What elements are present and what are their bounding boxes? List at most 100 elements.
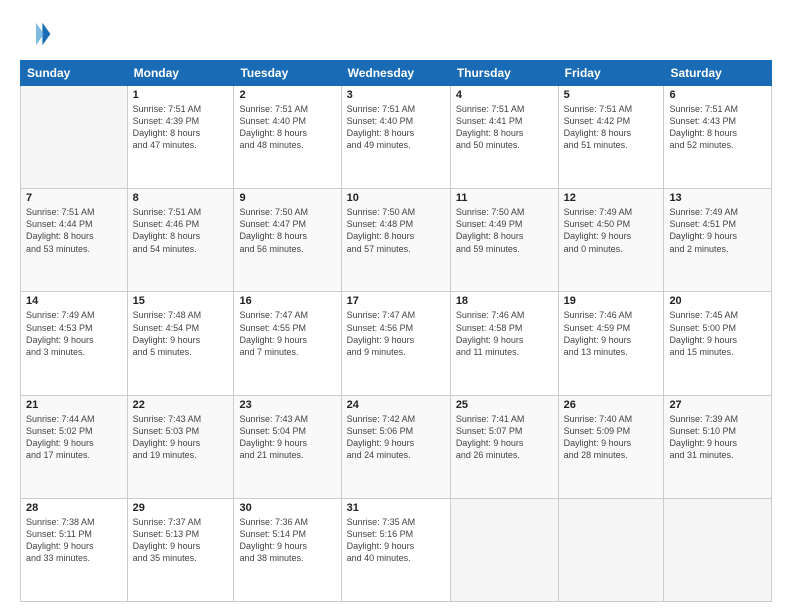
calendar-cell: 28 Sunrise: 7:38 AM Sunset: 5:11 PM Dayli… [21,498,128,601]
week-row-5: 28 Sunrise: 7:38 AM Sunset: 5:11 PM Dayli… [21,498,772,601]
day-number: 25 [456,399,553,411]
calendar-cell: 22 Sunrise: 7:43 AM Sunset: 5:03 PM Dayli… [127,395,234,498]
day-info: Sunrise: 7:37 AM Sunset: 5:13 PM Dayligh… [133,516,229,565]
day-info: Sunrise: 7:50 AM Sunset: 4:48 PM Dayligh… [347,206,445,255]
day-number: 6 [669,89,766,101]
day-number: 27 [669,399,766,411]
day-info: Sunrise: 7:51 AM Sunset: 4:44 PM Dayligh… [26,206,122,255]
day-number: 18 [456,295,553,307]
calendar-cell: 14 Sunrise: 7:49 AM Sunset: 4:53 PM Dayli… [21,292,128,395]
day-number: 13 [669,192,766,204]
day-info: Sunrise: 7:51 AM Sunset: 4:42 PM Dayligh… [564,103,659,152]
week-row-2: 7Sunrise: 7:51 AM Sunset: 4:44 PM Daylig… [21,189,772,292]
calendar-cell: 24 Sunrise: 7:42 AM Sunset: 5:06 PM Dayli… [341,395,450,498]
day-header-friday: Friday [558,61,664,86]
day-info: Sunrise: 7:35 AM Sunset: 5:16 PM Dayligh… [347,516,445,565]
day-number: 14 [26,295,122,307]
day-info: Sunrise: 7:43 AM Sunset: 5:03 PM Dayligh… [133,413,229,462]
day-info: Sunrise: 7:51 AM Sunset: 4:40 PM Dayligh… [347,103,445,152]
logo [20,18,56,50]
day-info: Sunrise: 7:51 AM Sunset: 4:39 PM Dayligh… [133,103,229,152]
day-header-saturday: Saturday [664,61,772,86]
day-info: Sunrise: 7:49 AM Sunset: 4:50 PM Dayligh… [564,206,659,255]
calendar-cell: 31 Sunrise: 7:35 AM Sunset: 5:16 PM Dayli… [341,498,450,601]
day-number: 24 [347,399,445,411]
calendar-cell: 3 Sunrise: 7:51 AM Sunset: 4:40 PM Daylig… [341,86,450,189]
calendar-cell: 26Sunrise: 7:40 AM Sunset: 5:09 PM Dayli… [558,395,664,498]
day-number: 10 [347,192,445,204]
calendar-cell: 13 Sunrise: 7:49 AM Sunset: 4:51 PM Dayli… [664,189,772,292]
calendar-cell: 15 Sunrise: 7:48 AM Sunset: 4:54 PM Dayli… [127,292,234,395]
day-info: Sunrise: 7:48 AM Sunset: 4:54 PM Dayligh… [133,309,229,358]
day-header-thursday: Thursday [450,61,558,86]
week-row-1: 1 Sunrise: 7:51 AM Sunset: 4:39 PM Daylig… [21,86,772,189]
day-number: 8 [133,192,229,204]
day-header-monday: Monday [127,61,234,86]
day-info: Sunrise: 7:40 AM Sunset: 5:09 PM Dayligh… [564,413,659,462]
calendar-cell: 5 Sunrise: 7:51 AM Sunset: 4:42 PM Daylig… [558,86,664,189]
day-info: Sunrise: 7:51 AM Sunset: 4:41 PM Dayligh… [456,103,553,152]
day-number: 22 [133,399,229,411]
day-info: Sunrise: 7:50 AM Sunset: 4:49 PM Dayligh… [456,206,553,255]
day-header-tuesday: Tuesday [234,61,341,86]
day-number: 1 [133,89,229,101]
calendar-cell: 23 Sunrise: 7:43 AM Sunset: 5:04 PM Dayli… [234,395,341,498]
calendar-cell: 16 Sunrise: 7:47 AM Sunset: 4:55 PM Dayli… [234,292,341,395]
day-number: 29 [133,502,229,514]
day-number: 5 [564,89,659,101]
week-row-3: 14 Sunrise: 7:49 AM Sunset: 4:53 PM Dayli… [21,292,772,395]
header [20,18,772,50]
day-number: 23 [239,399,335,411]
calendar-header-row: SundayMondayTuesdayWednesdayThursdayFrid… [21,61,772,86]
day-info: Sunrise: 7:36 AM Sunset: 5:14 PM Dayligh… [239,516,335,565]
calendar-cell [664,498,772,601]
day-info: Sunrise: 7:43 AM Sunset: 5:04 PM Dayligh… [239,413,335,462]
calendar-cell: 6 Sunrise: 7:51 AM Sunset: 4:43 PM Daylig… [664,86,772,189]
day-info: Sunrise: 7:50 AM Sunset: 4:47 PM Dayligh… [239,206,335,255]
day-info: Sunrise: 7:44 AM Sunset: 5:02 PM Dayligh… [26,413,122,462]
calendar-cell: 18 Sunrise: 7:46 AM Sunset: 4:58 PM Dayli… [450,292,558,395]
day-header-sunday: Sunday [21,61,128,86]
calendar-cell: 25Sunrise: 7:41 AM Sunset: 5:07 PM Dayli… [450,395,558,498]
day-header-wednesday: Wednesday [341,61,450,86]
calendar-cell: 27 Sunrise: 7:39 AM Sunset: 5:10 PM Dayli… [664,395,772,498]
day-number: 30 [239,502,335,514]
day-info: Sunrise: 7:49 AM Sunset: 4:53 PM Dayligh… [26,309,122,358]
day-number: 9 [239,192,335,204]
calendar-cell: 29 Sunrise: 7:37 AM Sunset: 5:13 PM Dayli… [127,498,234,601]
day-info: Sunrise: 7:39 AM Sunset: 5:10 PM Dayligh… [669,413,766,462]
calendar-cell: 19Sunrise: 7:46 AM Sunset: 4:59 PM Dayli… [558,292,664,395]
calendar-cell: 21 Sunrise: 7:44 AM Sunset: 5:02 PM Dayli… [21,395,128,498]
day-info: Sunrise: 7:51 AM Sunset: 4:46 PM Dayligh… [133,206,229,255]
calendar-cell: 8 Sunrise: 7:51 AM Sunset: 4:46 PM Daylig… [127,189,234,292]
day-info: Sunrise: 7:42 AM Sunset: 5:06 PM Dayligh… [347,413,445,462]
calendar-cell: 17Sunrise: 7:47 AM Sunset: 4:56 PM Dayli… [341,292,450,395]
week-row-4: 21 Sunrise: 7:44 AM Sunset: 5:02 PM Dayli… [21,395,772,498]
day-info: Sunrise: 7:38 AM Sunset: 5:11 PM Dayligh… [26,516,122,565]
day-number: 17 [347,295,445,307]
calendar-cell: 7Sunrise: 7:51 AM Sunset: 4:44 PM Daylig… [21,189,128,292]
day-info: Sunrise: 7:47 AM Sunset: 4:55 PM Dayligh… [239,309,335,358]
calendar-cell: 2Sunrise: 7:51 AM Sunset: 4:40 PM Daylig… [234,86,341,189]
calendar-cell: 10 Sunrise: 7:50 AM Sunset: 4:48 PM Dayli… [341,189,450,292]
calendar-cell [558,498,664,601]
day-info: Sunrise: 7:46 AM Sunset: 4:58 PM Dayligh… [456,309,553,358]
day-info: Sunrise: 7:45 AM Sunset: 5:00 PM Dayligh… [669,309,766,358]
day-number: 3 [347,89,445,101]
calendar-cell: 30 Sunrise: 7:36 AM Sunset: 5:14 PM Dayli… [234,498,341,601]
calendar-cell: 1 Sunrise: 7:51 AM Sunset: 4:39 PM Daylig… [127,86,234,189]
day-number: 15 [133,295,229,307]
calendar-cell [21,86,128,189]
day-number: 16 [239,295,335,307]
day-info: Sunrise: 7:49 AM Sunset: 4:51 PM Dayligh… [669,206,766,255]
day-number: 28 [26,502,122,514]
day-number: 21 [26,399,122,411]
day-number: 31 [347,502,445,514]
calendar: SundayMondayTuesdayWednesdayThursdayFrid… [20,60,772,602]
day-number: 19 [564,295,659,307]
day-number: 12 [564,192,659,204]
calendar-cell: 20 Sunrise: 7:45 AM Sunset: 5:00 PM Dayli… [664,292,772,395]
day-info: Sunrise: 7:51 AM Sunset: 4:43 PM Dayligh… [669,103,766,152]
logo-icon [20,18,52,50]
day-number: 20 [669,295,766,307]
